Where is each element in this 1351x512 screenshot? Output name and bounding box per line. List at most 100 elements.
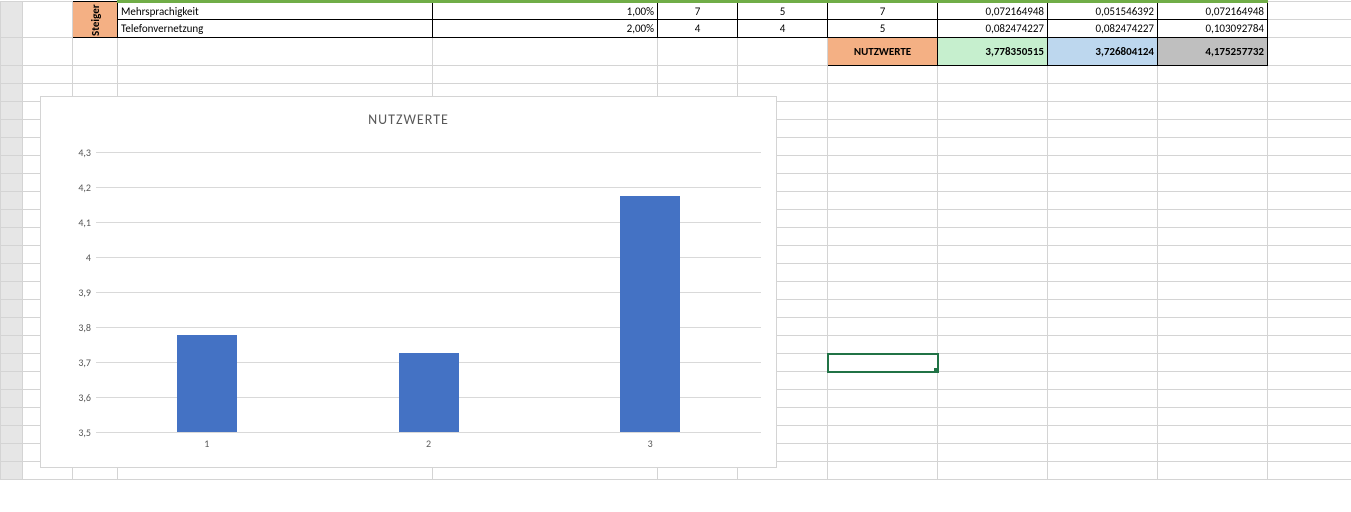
cell[interactable] [1048,390,1158,408]
cell[interactable] [1268,20,1351,38]
cell[interactable] [828,246,938,264]
cell[interactable] [828,444,938,462]
cell[interactable] [828,156,938,174]
value-cell[interactable]: 0,072164948 [1158,2,1268,20]
cell[interactable] [1158,354,1268,372]
cell[interactable] [1158,192,1268,210]
cell[interactable] [938,228,1048,246]
cell[interactable] [1268,354,1351,372]
cell[interactable] [1048,264,1158,282]
cell[interactable] [1268,138,1351,156]
cell[interactable] [1268,156,1351,174]
cell[interactable] [828,462,938,480]
cell[interactable] [1158,408,1268,426]
cell[interactable] [1268,174,1351,192]
cell[interactable] [828,264,938,282]
cell[interactable] [938,264,1048,282]
cell[interactable] [1158,66,1268,84]
cell[interactable] [1268,264,1351,282]
cell[interactable] [828,318,938,336]
cell[interactable] [658,66,738,84]
cell[interactable] [938,444,1048,462]
cell[interactable] [938,354,1048,372]
cell[interactable] [938,138,1048,156]
cell[interactable] [1048,318,1158,336]
summary-value[interactable]: 4,175257732 [1158,38,1268,66]
cell[interactable] [1268,462,1351,480]
cell[interactable] [1158,444,1268,462]
cell[interactable] [1048,156,1158,174]
cell[interactable] [1158,390,1268,408]
cell[interactable] [828,210,938,228]
cell[interactable] [938,372,1048,390]
cell[interactable] [1158,426,1268,444]
cell[interactable] [1268,102,1351,120]
cell[interactable] [938,66,1048,84]
embedded-chart[interactable]: NUTZWERTE 3,53,63,73,83,944,14,24,3123 [40,96,777,468]
cell[interactable] [1048,66,1158,84]
chart-bar[interactable] [620,196,680,432]
summary-value[interactable]: 3,778350515 [938,38,1048,66]
score-cell[interactable]: 4 [658,20,738,38]
cell[interactable] [828,84,938,102]
cell[interactable] [1158,282,1268,300]
cell[interactable] [738,66,828,84]
cell[interactable] [1158,264,1268,282]
cell[interactable] [938,174,1048,192]
cell[interactable] [1048,336,1158,354]
cell[interactable] [938,246,1048,264]
cell[interactable] [938,102,1048,120]
cell[interactable] [23,38,73,66]
cell[interactable] [1268,372,1351,390]
cell[interactable] [1268,246,1351,264]
cell[interactable] [938,192,1048,210]
cell[interactable] [1048,246,1158,264]
score-cell[interactable]: 5 [828,20,938,38]
cell[interactable] [938,408,1048,426]
cell[interactable] [1048,426,1158,444]
value-cell[interactable]: 0,051546392 [1048,2,1158,20]
cell[interactable] [118,66,433,84]
cell[interactable] [938,84,1048,102]
cell[interactable] [1158,462,1268,480]
value-cell[interactable]: 0,103092784 [1158,20,1268,38]
cell[interactable] [1268,192,1351,210]
cell[interactable] [828,228,938,246]
cell[interactable] [1048,444,1158,462]
cell[interactable] [1048,192,1158,210]
cell[interactable] [1268,282,1351,300]
cell[interactable] [73,66,118,84]
cell[interactable] [1268,336,1351,354]
cell[interactable] [1158,246,1268,264]
cell[interactable] [1048,174,1158,192]
cell[interactable] [1268,84,1351,102]
selected-cell[interactable] [828,354,938,372]
cell[interactable] [828,102,938,120]
cell[interactable] [73,38,118,66]
cell[interactable] [828,138,938,156]
cell[interactable] [828,282,938,300]
cell[interactable] [1048,84,1158,102]
cell[interactable] [1158,138,1268,156]
cell[interactable] [738,38,828,66]
cell[interactable] [1158,336,1268,354]
cell[interactable] [938,282,1048,300]
pct-cell[interactable]: 1,00% [433,2,658,20]
cell[interactable] [828,174,938,192]
score-cell[interactable]: 4 [738,20,828,38]
cell[interactable] [828,408,938,426]
chart-bar[interactable] [399,353,459,432]
score-cell[interactable]: 5 [738,2,828,20]
cell[interactable] [1048,210,1158,228]
cell[interactable] [938,462,1048,480]
cell[interactable] [1268,390,1351,408]
cell[interactable] [938,120,1048,138]
pct-cell[interactable]: 2,00% [433,20,658,38]
cell[interactable] [938,390,1048,408]
cell[interactable] [828,300,938,318]
cell[interactable] [1158,318,1268,336]
cell[interactable] [1048,282,1158,300]
cell[interactable] [1048,408,1158,426]
cell[interactable] [938,156,1048,174]
cell[interactable] [23,2,73,38]
